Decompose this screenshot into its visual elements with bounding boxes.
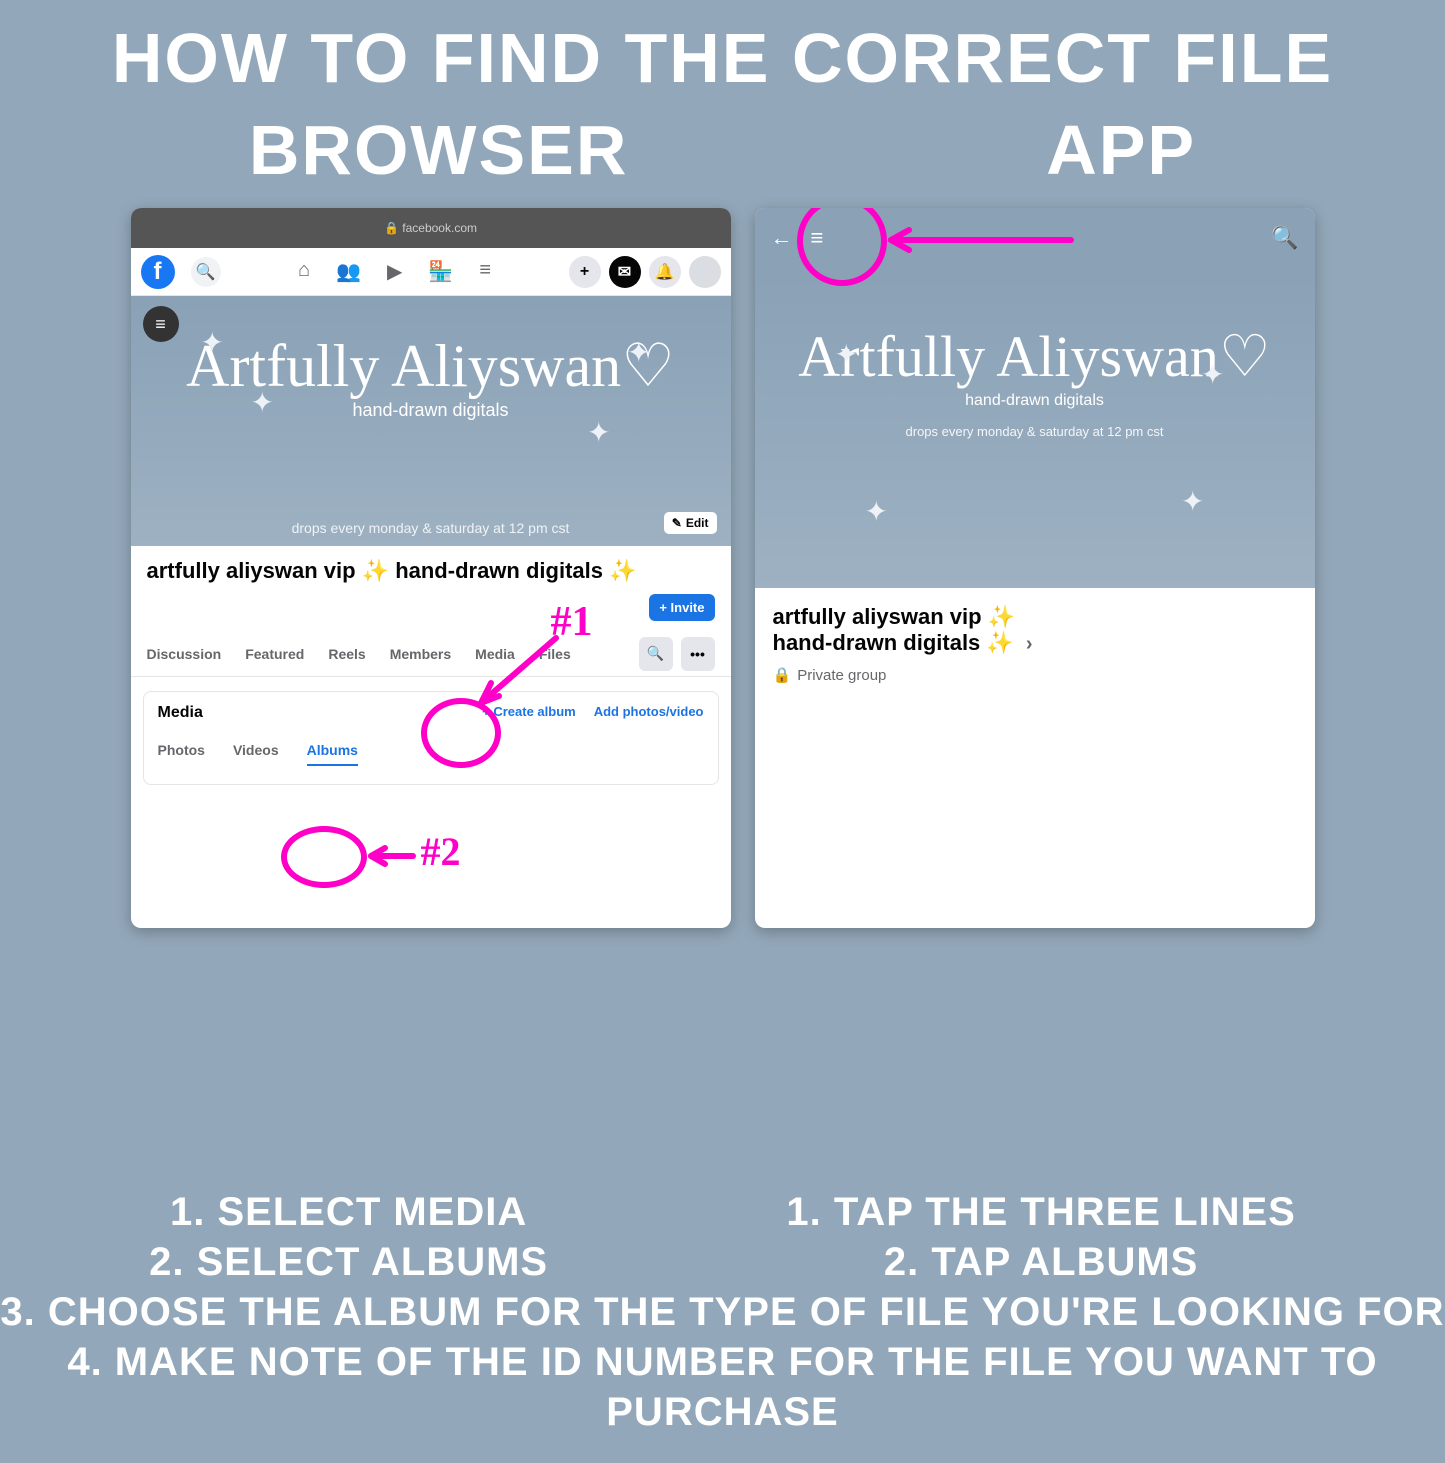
app-top-bar: ← ≡ 🔍 [755,208,1315,268]
group-cover: ≡ ✦ ✦ ✦ ✦ Artfully Aliyswan♡ hand-drawn … [131,296,731,546]
tab-reels[interactable]: Reels [328,646,365,662]
hamburger-icon[interactable]: ≡ [811,225,824,251]
instr-shared-3: 3. CHOOSE THE ALBUM FOR THE TYPE OF FILE… [0,1287,1445,1337]
marketplace-icon[interactable]: 🏪 [428,259,453,284]
annotation-label-2: #2 [421,828,461,875]
group-privacy: 🔒 Private group [773,666,1297,684]
instr-a-2: 2. TAP ALBUMS [786,1237,1295,1287]
instructions: 1. SELECT MEDIA 2. SELECT ALBUMS 1. TAP … [0,1187,1445,1437]
back-icon[interactable]: ← [771,225,793,251]
group-tabs: Discussion Featured Reels Members Media … [131,631,731,677]
facebook-top-bar: f 🔍 ⌂ 👥 ▶ 🏪 ≡ + ✉ 🔔 [131,248,731,296]
chevron-right-icon: › [1026,633,1033,655]
facebook-logo[interactable]: f [141,255,175,289]
messenger-icon[interactable]: ✉ [609,256,641,288]
plus-icon[interactable]: + [569,256,601,288]
search-icon[interactable]: 🔍 [1271,225,1298,251]
column-label-browser: BROWSER [249,110,629,190]
instructions-app: 1. TAP THE THREE LINES 2. TAP ALBUMS [786,1187,1295,1287]
browser-screenshot: 🔒 facebook.com f 🔍 ⌂ 👥 ▶ 🏪 ≡ + ✉ 🔔 ≡ ✦ ✦ [131,208,731,928]
search-icon[interactable]: 🔍 [191,257,221,287]
media-tab-videos[interactable]: Videos [233,742,279,766]
media-card: + Create album Add photos/video Media Ph… [143,691,719,785]
url-text: facebook.com [402,221,477,235]
page-title: HOW TO FIND THE CORRECT FILE [0,18,1445,98]
media-tab-photos[interactable]: Photos [158,742,205,766]
annotation-circle-2 [281,826,367,888]
tab-files[interactable]: Files [539,646,571,662]
group-menu-icon[interactable]: ≡ [143,306,179,342]
app-group-info[interactable]: artfully aliyswan vip ✨ hand-drawn digit… [755,588,1315,700]
search-tab-icon[interactable]: 🔍 [639,637,673,671]
facebook-nav: ⌂ 👥 ▶ 🏪 ≡ [237,259,553,284]
app-group-title-l1: artfully aliyswan vip ✨ [773,604,1016,629]
group-title: artfully aliyswan vip ✨ hand-drawn digit… [147,558,715,584]
cover-drops: drops every monday & saturday at 12 pm c… [131,520,731,536]
home-icon[interactable]: ⌂ [298,259,310,284]
edit-button[interactable]: ✎ Edit [664,512,717,534]
app-screenshot: ← ≡ 🔍 ✦ ✦ ✦ ✦ Artfully Aliyswan♡ hand-dr… [755,208,1315,928]
annotation-arrow-2 [363,844,423,874]
tab-featured[interactable]: Featured [245,646,304,662]
tab-members[interactable]: Members [390,646,451,662]
instr-shared-4: 4. MAKE NOTE OF THE ID NUMBER FOR THE FI… [0,1337,1445,1437]
app-group-title-l2: hand-drawn digitals ✨ [773,630,1014,655]
app-group-cover: ✦ ✦ ✦ ✦ Artfully Aliyswan♡ hand-drawn di… [755,268,1315,588]
tab-discussion[interactable]: Discussion [147,646,222,662]
profile-icon[interactable] [689,256,721,288]
instr-b-2: 2. SELECT ALBUMS [149,1237,548,1287]
instr-b-1: 1. SELECT MEDIA [149,1187,548,1237]
notifications-icon[interactable]: 🔔 [649,256,681,288]
cover-tagline: hand-drawn digitals [131,400,731,421]
app-cover-drops: drops every monday & saturday at 12 pm c… [755,424,1315,439]
column-label-app: APP [1046,110,1196,190]
menu-icon[interactable]: ≡ [479,259,491,284]
create-album-button[interactable]: + Create album [482,704,576,719]
watch-icon[interactable]: ▶ [387,259,402,284]
browser-url-bar: 🔒 facebook.com [131,208,731,248]
more-tab-icon[interactable]: ••• [681,637,715,671]
instr-a-1: 1. TAP THE THREE LINES [786,1187,1295,1237]
instructions-browser: 1. SELECT MEDIA 2. SELECT ALBUMS [149,1187,548,1287]
invite-button[interactable]: + Invite [649,594,714,621]
tab-media[interactable]: Media [475,646,515,662]
media-tab-albums[interactable]: Albums [307,742,358,766]
add-photos-button[interactable]: Add photos/video [594,704,704,719]
lock-icon: 🔒 [773,666,792,684]
friends-icon[interactable]: 👥 [336,259,361,284]
app-cover-tagline: hand-drawn digitals [755,392,1315,410]
